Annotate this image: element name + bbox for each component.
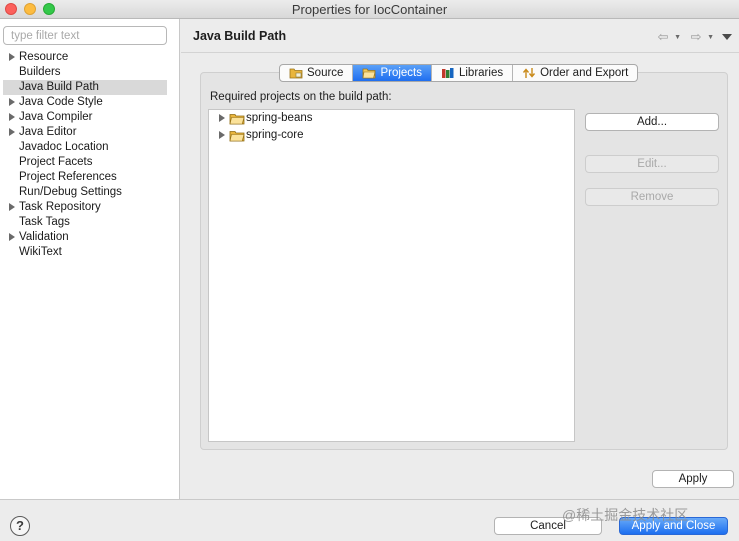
sidebar-item-label: Project References bbox=[19, 171, 117, 183]
project-folder-icon bbox=[229, 114, 245, 125]
property-pages-tree: Resource Builders Java Build Path Java Code… bbox=[3, 50, 167, 260]
back-arrow-icon[interactable]: ⇦ bbox=[654, 30, 672, 44]
sidebar-item-task-tags[interactable]: Task Tags bbox=[3, 215, 167, 230]
title-bar: Properties for IocContainer bbox=[0, 0, 739, 19]
apply-button[interactable]: Apply bbox=[652, 470, 734, 488]
sidebar-item-label: Java Editor bbox=[19, 126, 77, 138]
expand-arrow-icon[interactable] bbox=[9, 53, 15, 61]
page-title: Java Build Path bbox=[193, 29, 287, 43]
sidebar-item-run-debug-settings[interactable]: Run/Debug Settings bbox=[3, 185, 167, 200]
sidebar-item-javadoc-location[interactable]: Javadoc Location bbox=[3, 140, 167, 155]
window-title: Properties for IocContainer bbox=[291, 2, 448, 17]
back-dropdown-icon[interactable]: ▼ bbox=[674, 34, 681, 41]
tab-source-label: Source bbox=[307, 67, 344, 79]
sidebar-item-label: Javadoc Location bbox=[19, 141, 109, 153]
tab-order-and-export[interactable]: Order and Export bbox=[513, 65, 637, 81]
build-path-tabs: Source Projects Libraries Order and Expo… bbox=[279, 64, 639, 82]
sidebar-item-label: Task Repository bbox=[19, 201, 101, 213]
required-projects-list[interactable]: spring-beans spring-core bbox=[208, 109, 575, 442]
title-separator bbox=[181, 52, 739, 53]
forward-dropdown-icon[interactable]: ▼ bbox=[707, 34, 714, 41]
sidebar-item-label: Resource bbox=[19, 51, 69, 63]
sidebar-item-label: Project Facets bbox=[19, 156, 93, 168]
expand-arrow-icon[interactable] bbox=[9, 203, 15, 211]
sidebar-item-label: Validation bbox=[19, 231, 69, 243]
expand-arrow-icon[interactable] bbox=[219, 114, 225, 122]
cancel-button[interactable]: Cancel bbox=[494, 517, 602, 535]
source-folder-icon bbox=[289, 68, 303, 79]
sidebar-item-project-references[interactable]: Project References bbox=[3, 170, 167, 185]
sidebar-item-validation[interactable]: Validation bbox=[3, 230, 167, 245]
sidebar-item-java-code-style[interactable]: Java Code Style bbox=[3, 95, 167, 110]
sidebar-item-java-editor[interactable]: Java Editor bbox=[3, 125, 167, 140]
project-name: spring-core bbox=[246, 129, 304, 141]
expand-arrow-icon[interactable] bbox=[9, 113, 15, 121]
expand-arrow-icon[interactable] bbox=[9, 128, 15, 136]
edit-button[interactable]: Edit... bbox=[585, 155, 719, 173]
sidebar-item-resource[interactable]: Resource bbox=[3, 50, 167, 65]
sidebar-item-label: Task Tags bbox=[19, 216, 70, 228]
tab-libraries-label: Libraries bbox=[458, 67, 504, 79]
order-export-icon bbox=[523, 68, 536, 78]
dialog-footer: ? Cancel Apply and Close @稀土掘金技术社区 bbox=[0, 499, 739, 541]
sidebar-item-java-compiler[interactable]: Java Compiler bbox=[3, 110, 167, 125]
properties-sidebar: Resource Builders Java Build Path Java Code… bbox=[0, 19, 180, 499]
sidebar-item-builders[interactable]: Builders bbox=[3, 65, 167, 80]
sidebar-item-label: Java Compiler bbox=[19, 111, 93, 123]
tab-projects-label: Projects bbox=[380, 67, 422, 79]
expand-arrow-icon[interactable] bbox=[9, 98, 15, 106]
sidebar-item-label: Java Build Path bbox=[19, 81, 99, 93]
required-projects-label: Required projects on the build path: bbox=[210, 91, 392, 103]
sidebar-item-label: Builders bbox=[19, 66, 61, 78]
tab-order-and-export-label: Order and Export bbox=[540, 67, 629, 79]
libraries-icon bbox=[441, 68, 454, 78]
project-name: spring-beans bbox=[246, 112, 313, 124]
tab-projects[interactable]: Projects bbox=[353, 65, 432, 81]
sidebar-item-label: Java Code Style bbox=[19, 96, 103, 108]
tab-source[interactable]: Source bbox=[280, 65, 354, 81]
forward-arrow-icon[interactable]: ⇨ bbox=[687, 30, 705, 44]
project-folder-icon bbox=[229, 131, 245, 142]
sidebar-item-wikitext[interactable]: WikiText bbox=[3, 245, 167, 260]
remove-button[interactable]: Remove bbox=[585, 188, 719, 206]
filter-input[interactable] bbox=[3, 26, 167, 45]
main-panel: Java Build Path ⇦ ▼ ⇨ ▼ Source Projects bbox=[181, 19, 739, 499]
expand-arrow-icon[interactable] bbox=[9, 233, 15, 241]
sidebar-item-label: WikiText bbox=[19, 246, 62, 258]
projects-folder-icon bbox=[363, 68, 376, 79]
tab-libraries[interactable]: Libraries bbox=[432, 65, 514, 81]
list-item[interactable]: spring-beans bbox=[209, 110, 574, 127]
expand-arrow-icon[interactable] bbox=[219, 131, 225, 139]
view-menu-icon[interactable] bbox=[722, 34, 732, 40]
sidebar-item-label: Run/Debug Settings bbox=[19, 186, 122, 198]
list-item[interactable]: spring-core bbox=[209, 127, 574, 144]
apply-and-close-button[interactable]: Apply and Close bbox=[619, 517, 728, 535]
sidebar-item-task-repository[interactable]: Task Repository bbox=[3, 200, 167, 215]
sidebar-item-java-build-path[interactable]: Java Build Path bbox=[3, 80, 167, 95]
sidebar-item-project-facets[interactable]: Project Facets bbox=[3, 155, 167, 170]
help-icon[interactable]: ? bbox=[10, 516, 30, 536]
add-button[interactable]: Add... bbox=[585, 113, 719, 131]
history-navigation: ⇦ ▼ ⇨ ▼ bbox=[654, 30, 732, 44]
